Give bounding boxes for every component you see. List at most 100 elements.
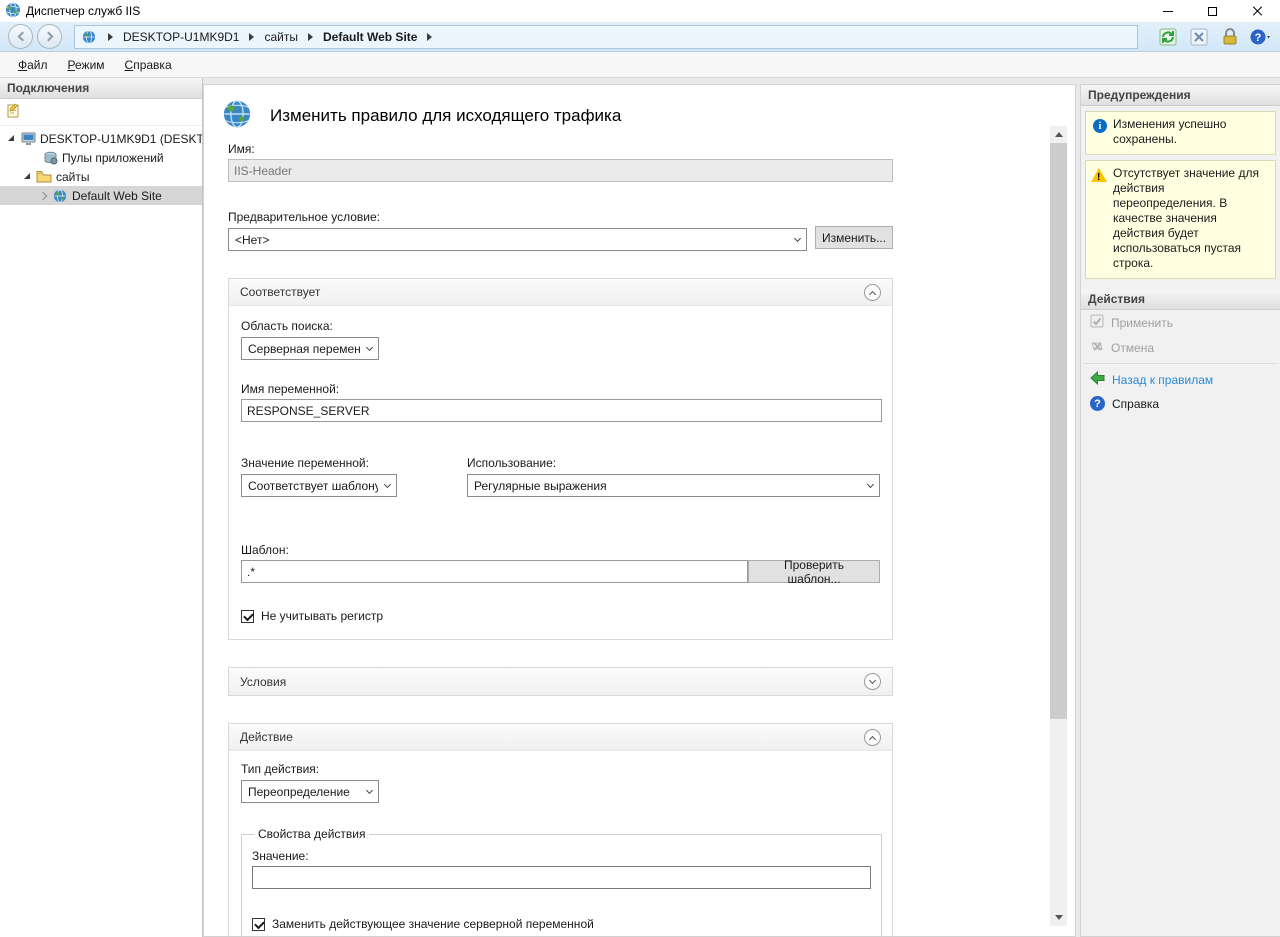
page-header: Изменить правило для исходящего трафика xyxy=(222,99,1075,132)
expanded-arrow-icon[interactable] xyxy=(6,133,17,144)
conditions-section-header[interactable]: Условия xyxy=(229,668,892,695)
close-button[interactable] xyxy=(1235,0,1280,22)
iis-app-icon xyxy=(5,2,21,21)
replace-server-variable-label: Заменить действующее значение серверной … xyxy=(272,917,594,931)
server-icon xyxy=(20,131,36,147)
action-type-select[interactable]: Переопределение xyxy=(241,780,379,803)
precondition-select[interactable]: <Нет> xyxy=(228,228,807,251)
precondition-label: Предварительное условие: xyxy=(228,210,1075,224)
info-icon xyxy=(1093,119,1107,133)
scrollbar-thumb[interactable] xyxy=(1050,143,1067,719)
apply-icon xyxy=(1090,314,1104,331)
back-button[interactable] xyxy=(8,24,33,49)
conditions-section: Условия xyxy=(228,667,893,696)
pattern-label: Шаблон: xyxy=(241,543,880,557)
action-type-label: Тип действия: xyxy=(241,762,880,776)
connections-panel: Подключения DESKTOP-U1MK9D1 (DESKTOI xyxy=(0,78,203,937)
breadcrumb-separator-icon xyxy=(427,33,432,41)
back-arrow-icon xyxy=(1090,371,1105,388)
action-value-input[interactable] xyxy=(252,866,871,889)
iis-manager-window: Диспетчер служб IIS DESKTOP-U1MK9D1 сайт… xyxy=(0,0,1280,937)
action-value-label: Значение: xyxy=(252,849,871,863)
lock-icon[interactable] xyxy=(1219,26,1241,48)
main-layout: Подключения DESKTOP-U1MK9D1 (DESKTOI xyxy=(0,78,1280,937)
chevron-down-icon xyxy=(378,475,396,496)
tree-item-sites[interactable]: сайты xyxy=(0,167,202,186)
help-label: Справка xyxy=(1112,397,1159,411)
collapse-section-icon[interactable] xyxy=(864,729,881,746)
scroll-up-button[interactable] xyxy=(1050,126,1067,143)
menu-file[interactable]: Файл xyxy=(8,54,58,76)
back-to-rules-label: Назад к правилам xyxy=(1112,373,1213,387)
ignore-case-label: Не учитывать регистр xyxy=(261,609,383,623)
help-circle-icon xyxy=(1090,396,1105,411)
expand-section-icon[interactable] xyxy=(864,673,881,690)
cancel-label: Отмена xyxy=(1111,341,1154,355)
menu-view[interactable]: Режим xyxy=(58,54,115,76)
stop-icon[interactable] xyxy=(1188,26,1210,48)
minimize-icon xyxy=(1163,11,1173,12)
minimize-button[interactable] xyxy=(1145,0,1190,22)
restart-icon[interactable] xyxy=(1157,26,1179,48)
navigation-bar: DESKTOP-U1MK9D1 сайты Default Web Site ? xyxy=(0,22,1280,52)
breadcrumb-item-default-web-site[interactable]: Default Web Site xyxy=(323,30,417,44)
name-label: Имя: xyxy=(228,142,1075,156)
warning-alert-text: Отсутствует значение для действия переоп… xyxy=(1113,166,1259,270)
alerts-header: Предупреждения xyxy=(1081,85,1280,106)
page-title: Изменить правило для исходящего трафика xyxy=(270,106,621,126)
maximize-button[interactable] xyxy=(1190,0,1235,22)
help-icon[interactable]: ? xyxy=(1250,26,1272,48)
maximize-icon xyxy=(1208,7,1217,16)
back-to-rules-link[interactable]: Назад к правилам xyxy=(1081,367,1280,392)
create-connection-icon[interactable] xyxy=(5,103,21,122)
info-alert: Изменения успешно сохранены. xyxy=(1085,111,1276,155)
chevron-down-icon xyxy=(360,781,378,802)
test-pattern-button[interactable]: Проверить шаблон... xyxy=(748,560,880,583)
vertical-scrollbar[interactable] xyxy=(1050,126,1067,926)
forward-icon xyxy=(43,32,53,42)
action-section: Действие Тип действия: Переопределение С… xyxy=(228,723,893,937)
tree-item-label: Default Web Site xyxy=(72,189,162,203)
pattern-input[interactable] xyxy=(241,560,748,583)
breadcrumb-item-sites[interactable]: сайты xyxy=(264,30,298,44)
breadcrumb-separator-icon xyxy=(308,33,313,41)
actions-panel: Предупреждения Изменения успешно сохране… xyxy=(1080,84,1280,937)
menu-help[interactable]: Справка xyxy=(115,54,182,76)
variable-name-label: Имя переменной: xyxy=(241,382,880,396)
matching-scope-select[interactable]: Серверная переменн xyxy=(241,337,379,360)
tree-item-app-pools[interactable]: Пулы приложений xyxy=(0,148,202,167)
expanded-arrow-icon[interactable] xyxy=(22,171,33,182)
tree-item-server[interactable]: DESKTOP-U1MK9D1 (DESKTOI xyxy=(0,129,202,148)
variable-value-select[interactable]: Соответствует шаблону xyxy=(241,474,397,497)
cancel-button: Отмена xyxy=(1081,335,1280,360)
breadcrumb-item-server[interactable]: DESKTOP-U1MK9D1 xyxy=(123,30,239,44)
connections-toolbar xyxy=(0,99,202,126)
tree-item-default-web-site[interactable]: Default Web Site xyxy=(0,186,202,205)
breadcrumb-separator-icon xyxy=(108,33,113,41)
chevron-down-icon xyxy=(360,338,378,359)
scroll-down-button[interactable] xyxy=(1050,909,1067,926)
ignore-case-checkbox[interactable] xyxy=(241,610,254,623)
name-input xyxy=(228,159,893,182)
apply-button: Применить xyxy=(1081,310,1280,335)
edit-precondition-button[interactable]: Изменить... xyxy=(815,226,893,249)
feature-page: Изменить правило для исходящего трафика … xyxy=(203,84,1076,937)
svg-text:?: ? xyxy=(1255,32,1262,44)
collapse-section-icon[interactable] xyxy=(864,284,881,301)
forward-button[interactable] xyxy=(37,24,62,49)
application-pools-icon xyxy=(42,150,58,166)
globe-icon xyxy=(82,30,96,44)
variable-name-input[interactable] xyxy=(241,399,882,422)
using-select[interactable]: Регулярные выражения xyxy=(467,474,880,497)
help-link[interactable]: Справка xyxy=(1081,392,1280,415)
collapsed-arrow-icon[interactable] xyxy=(38,190,49,201)
action-section-header[interactable]: Действие xyxy=(229,724,892,751)
match-section-header[interactable]: Соответствует xyxy=(229,279,892,306)
website-globe-icon xyxy=(52,188,68,204)
page-globe-icon xyxy=(222,99,252,132)
titlebar: Диспетчер служб IIS xyxy=(0,0,1280,22)
replace-server-variable-checkbox[interactable] xyxy=(252,918,265,931)
breadcrumb[interactable]: DESKTOP-U1MK9D1 сайты Default Web Site xyxy=(74,25,1138,49)
matching-scope-label: Область поиска: xyxy=(241,319,880,333)
navigation-toolbar-icons: ? xyxy=(1148,26,1272,48)
